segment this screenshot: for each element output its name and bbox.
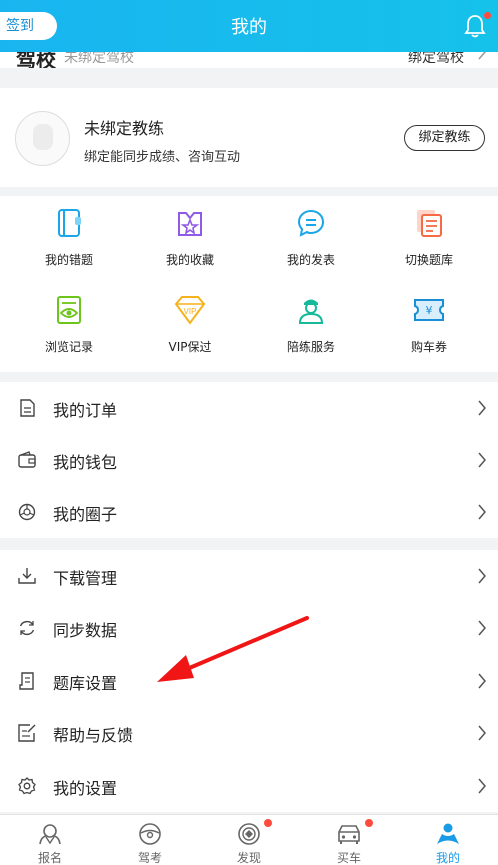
menu-item-orders[interactable]: 我的订单 (0, 382, 498, 434)
bind-coach-button[interactable]: 绑定教练 (404, 125, 485, 151)
wallet-icon (18, 451, 36, 468)
menu-item-label: 我的订单 (53, 401, 118, 420)
tab-signup[interactable]: 报名 (0, 815, 100, 865)
tab-discover[interactable]: 发现 (199, 815, 299, 865)
star-bag-icon (178, 212, 202, 236)
grid-item-favorites[interactable]: 我的收藏 (128, 196, 252, 276)
sync-icon (19, 620, 35, 636)
grid-item-label: 浏览记录 (44, 340, 93, 354)
coach-card: 未绑定教练 绑定能同步成绩、咨询互动 绑定教练 (0, 88, 498, 187)
question-bank-icon (19, 672, 34, 690)
chat-bubble-icon (297, 209, 325, 237)
switch-bank-icon (417, 210, 442, 237)
download-icon (18, 568, 36, 584)
coach-name: 未绑定教练 (84, 119, 165, 138)
top-header: 签到 我的 (0, 0, 498, 52)
chevron-right-icon (478, 400, 486, 416)
ticket-icon: ¥ (414, 299, 444, 321)
feedback-icon (18, 724, 36, 742)
notebook-icon (58, 209, 81, 237)
settings-icon (18, 777, 36, 795)
tab-badge (365, 819, 373, 827)
circle-icon (18, 503, 36, 521)
tab-exam[interactable]: 驾考 (100, 815, 200, 865)
function-grid: 我的错题 我的收藏 我的发表 切换题库 浏览记录 VIP VIP保过 陪练服务 … (0, 196, 498, 372)
school-status: 未绑定驾校 (64, 52, 134, 66)
menu-item-label: 我的设置 (53, 779, 118, 798)
grid-item-label: 我的收藏 (165, 253, 214, 267)
grid-item-posts[interactable]: 我的发表 (249, 196, 373, 276)
profile-icon (437, 823, 459, 844)
tab-badge (264, 819, 272, 827)
page-title: 我的 (231, 17, 267, 38)
grid-item-label: 我的错题 (44, 253, 93, 267)
signup-icon (39, 824, 61, 845)
chevron-right-icon (478, 725, 486, 741)
chevron-right-icon (478, 504, 486, 520)
grid-item-label: VIP保过 (168, 340, 212, 354)
tab-label: 发现 (236, 851, 261, 865)
grid-item-label: 购车券 (410, 340, 447, 354)
grid-item-history[interactable]: 浏览记录 (7, 283, 131, 363)
order-icon (20, 399, 35, 417)
tab-label: 我的 (435, 851, 460, 865)
menu-item-circle[interactable]: 我的圈子 (0, 486, 498, 538)
grid-item-wrong-questions[interactable]: 我的错题 (7, 196, 131, 276)
bottom-tab-bar: 报名 驾考 发现 买车 我的 (0, 814, 498, 865)
school-title: 驾校 (16, 52, 56, 68)
vip-diamond-icon: VIP (174, 296, 206, 325)
tab-mine[interactable]: 我的 (398, 815, 498, 865)
avatar[interactable] (15, 111, 70, 166)
driving-school-row[interactable]: 驾校 未绑定驾校 绑定驾校 (0, 52, 498, 68)
chevron-right-icon (478, 778, 486, 794)
trainer-icon (298, 299, 324, 324)
menu-item-label: 题库设置 (53, 674, 118, 693)
grid-item-vip[interactable]: VIP VIP保过 (128, 283, 252, 363)
menu-item-label: 我的钱包 (53, 453, 118, 472)
menu-item-help-feedback[interactable]: 帮助与反馈 (0, 707, 498, 759)
chevron-right-icon (478, 452, 486, 468)
tab-label: 报名 (37, 851, 62, 865)
svg-text:VIP: VIP (184, 307, 197, 316)
bind-school-link[interactable]: 绑定驾校 (408, 52, 464, 67)
grid-item-label: 切换题库 (404, 253, 453, 267)
menu-section-settings: 下载管理 同步数据 题库设置 帮助与反馈 我的设置 (0, 550, 498, 812)
grid-item-label: 我的发表 (286, 253, 335, 267)
discover-icon (238, 823, 260, 845)
menu-item-label: 帮助与反馈 (53, 726, 134, 745)
tab-label: 买车 (336, 851, 361, 865)
tab-label: 驾考 (137, 851, 162, 865)
menu-item-settings[interactable]: 我的设置 (0, 760, 498, 812)
menu-item-sync[interactable]: 同步数据 (0, 602, 498, 654)
notification-badge (484, 12, 491, 19)
grid-item-switch-bank[interactable]: 切换题库 (367, 196, 491, 276)
car-icon (338, 825, 360, 844)
menu-item-label: 我的圈子 (53, 505, 118, 524)
menu-section-account: 我的订单 我的钱包 我的圈子 (0, 382, 498, 538)
grid-item-label: 陪练服务 (286, 340, 335, 354)
chevron-right-icon (478, 620, 486, 636)
grid-item-ticket[interactable]: ¥ 购车券 (367, 283, 491, 363)
eye-doc-icon (57, 296, 81, 324)
grid-item-trainer[interactable]: 陪练服务 (249, 283, 373, 363)
chevron-right-icon (478, 673, 486, 689)
chevron-right-icon (478, 568, 486, 584)
menu-item-label: 同步数据 (53, 621, 118, 640)
menu-item-label: 下载管理 (53, 569, 118, 588)
chevron-right-icon (478, 52, 486, 60)
menu-item-wallet[interactable]: 我的钱包 (0, 434, 498, 486)
bell-icon[interactable] (464, 14, 486, 38)
menu-item-downloads[interactable]: 下载管理 (0, 550, 498, 602)
coach-description: 绑定能同步成绩、咨询互动 (84, 150, 241, 165)
svg-text:¥: ¥ (426, 304, 433, 317)
menu-item-question-bank-settings[interactable]: 题库设置 (0, 655, 498, 707)
tab-buy-car[interactable]: 买车 (299, 815, 399, 865)
steering-wheel-icon (139, 823, 161, 845)
